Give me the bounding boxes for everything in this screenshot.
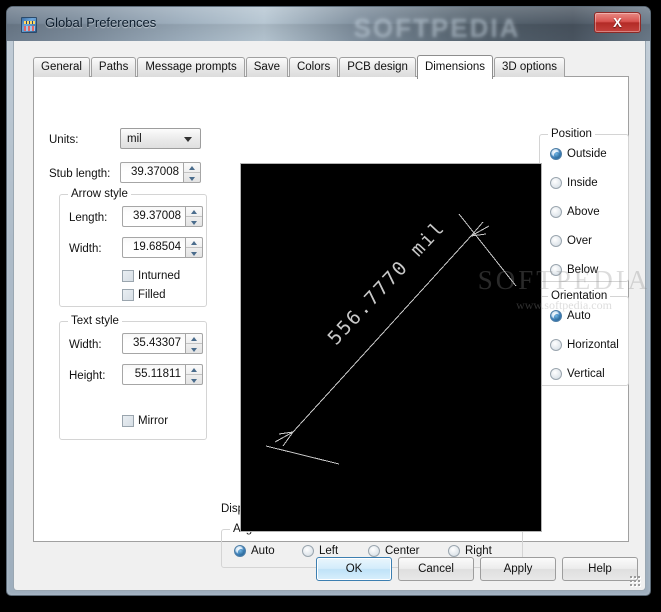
radio-icon[interactable] xyxy=(550,368,562,380)
help-button[interactable]: Help xyxy=(562,557,638,581)
spin-down-icon[interactable] xyxy=(186,345,202,355)
titlebar-watermark: SOFTPEDIA xyxy=(353,13,521,43)
spin-up-icon[interactable] xyxy=(184,163,200,173)
dimension-preview-drawing: 556.7770 mil xyxy=(265,213,517,465)
spin-down-icon[interactable] xyxy=(186,249,202,259)
units-combobox[interactable]: mil xyxy=(120,128,201,149)
arrow-width-label: Width: xyxy=(69,243,102,255)
spin-down-icon[interactable] xyxy=(186,376,202,386)
title-bar[interactable]: SOFTPEDIA Global Preferences X xyxy=(7,7,650,41)
text-height-spin-buttons[interactable] xyxy=(186,364,203,385)
radio-icon[interactable] xyxy=(550,235,562,247)
chevron-down-icon xyxy=(184,136,192,142)
global-preferences-window: SOFTPEDIA Global Preferences X General P… xyxy=(6,6,651,596)
radio-icon[interactable] xyxy=(550,206,562,218)
tab-message-prompts[interactable]: Message prompts xyxy=(137,57,245,77)
tab-pcb-design[interactable]: PCB design xyxy=(339,57,416,77)
filled-label: Filled xyxy=(138,289,166,301)
app-icon xyxy=(21,17,37,33)
text-width-label: Width: xyxy=(69,339,102,351)
arrow-length-label: Length: xyxy=(69,212,108,224)
stub-length-input[interactable]: 39.37008 xyxy=(120,162,184,183)
tab-3d-options[interactable]: 3D options xyxy=(494,57,565,77)
alignment-left-label: Left xyxy=(319,545,339,557)
dimensions-tab-page: Units: mil Stub length: 39.37008 Arrow s… xyxy=(33,76,629,568)
radio-icon[interactable] xyxy=(234,545,246,557)
orientation-group-title: Orientation xyxy=(548,290,611,302)
radio-icon[interactable] xyxy=(550,310,562,322)
tab-general[interactable]: General xyxy=(33,57,90,77)
inturned-label: Inturned xyxy=(138,270,181,282)
text-height-stepper[interactable]: 55.11811 xyxy=(122,364,203,385)
radio-icon[interactable] xyxy=(550,339,562,351)
radio-icon[interactable] xyxy=(550,148,562,160)
cancel-button[interactable]: Cancel xyxy=(398,557,474,581)
orientation-horizontal-label: Horizontal xyxy=(567,339,619,351)
orientation-group: Orientation Auto Horizontal Vertical xyxy=(539,290,629,386)
arrow-width-stepper[interactable]: 19.68504 xyxy=(122,237,203,258)
arrow-style-group: Arrow style Length: 39.37008 Width: 19.6… xyxy=(59,188,207,307)
radio-icon[interactable] xyxy=(550,264,562,276)
text-style-group-title: Text style xyxy=(68,315,122,327)
spin-down-icon[interactable] xyxy=(184,174,200,184)
spin-up-icon[interactable] xyxy=(186,334,202,344)
arrow-width-input[interactable]: 19.68504 xyxy=(122,237,186,258)
stub-length-spin-buttons[interactable] xyxy=(184,162,201,183)
mirror-label: Mirror xyxy=(138,415,169,427)
position-outside-label: Outside xyxy=(567,148,607,160)
checkbox-icon[interactable] xyxy=(122,415,134,427)
arrow-length-spin-buttons[interactable] xyxy=(186,206,203,227)
checkbox-icon[interactable] xyxy=(122,270,134,282)
radio-icon[interactable] xyxy=(368,545,380,557)
tab-paths[interactable]: Paths xyxy=(90,57,137,77)
orientation-auto-label: Auto xyxy=(567,310,591,322)
dimension-preview-canvas: 556.7770 mil xyxy=(240,163,542,532)
tab-dimensions[interactable]: Dimensions xyxy=(416,55,494,79)
units-label: Units: xyxy=(49,134,79,146)
spin-up-icon[interactable] xyxy=(186,238,202,248)
tab-save[interactable]: Save xyxy=(245,57,288,77)
ok-button[interactable]: OK xyxy=(316,557,392,581)
position-inside-label: Inside xyxy=(567,177,598,189)
text-width-input[interactable]: 35.43307 xyxy=(122,333,186,354)
apply-button[interactable]: Apply xyxy=(480,557,556,581)
position-over-label: Over xyxy=(567,235,592,247)
dialog-client-area: General Paths Message prompts Save Color… xyxy=(13,41,646,591)
arrow-length-stepper[interactable]: 39.37008 xyxy=(122,206,203,227)
tab-colors[interactable]: Colors xyxy=(288,57,339,77)
radio-icon[interactable] xyxy=(448,545,460,557)
orientation-vertical-label: Vertical xyxy=(567,368,605,380)
radio-icon[interactable] xyxy=(550,177,562,189)
text-style-group: Text style Width: 35.43307 Height: 55.11… xyxy=(59,315,207,440)
arrow-width-spin-buttons[interactable] xyxy=(186,237,203,258)
stub-length-label: Stub length: xyxy=(49,168,111,180)
text-width-spin-buttons[interactable] xyxy=(186,333,203,354)
dimension-line xyxy=(292,235,472,433)
spin-up-icon[interactable] xyxy=(186,207,202,217)
text-height-input[interactable]: 55.11811 xyxy=(122,364,186,385)
arrow-style-group-title: Arrow style xyxy=(68,188,131,200)
text-width-stepper[interactable]: 35.43307 xyxy=(122,333,203,354)
spin-up-icon[interactable] xyxy=(186,365,202,375)
window-title: Global Preferences xyxy=(45,15,157,30)
position-group: Position Outside Inside Above Over Below xyxy=(539,128,629,282)
extension-line-lower xyxy=(265,445,340,465)
alignment-right-label: Right xyxy=(465,545,492,557)
stub-length-stepper[interactable]: 39.37008 xyxy=(120,162,201,183)
position-group-title: Position xyxy=(548,128,595,140)
extension-line-upper xyxy=(458,213,517,287)
tab-strip: General Paths Message prompts Save Color… xyxy=(33,55,566,79)
resize-grip[interactable] xyxy=(629,575,641,587)
checkbox-icon[interactable] xyxy=(122,289,134,301)
radio-icon[interactable] xyxy=(302,545,314,557)
close-icon[interactable]: X xyxy=(594,12,641,33)
units-combobox-value: mil xyxy=(127,133,142,145)
alignment-center-label: Center xyxy=(385,545,420,557)
position-below-label: Below xyxy=(567,264,599,276)
arrow-length-input[interactable]: 39.37008 xyxy=(122,206,186,227)
alignment-auto-label: Auto xyxy=(251,545,275,557)
position-above-label: Above xyxy=(567,206,600,218)
text-height-label: Height: xyxy=(69,370,106,382)
spin-down-icon[interactable] xyxy=(186,218,202,228)
